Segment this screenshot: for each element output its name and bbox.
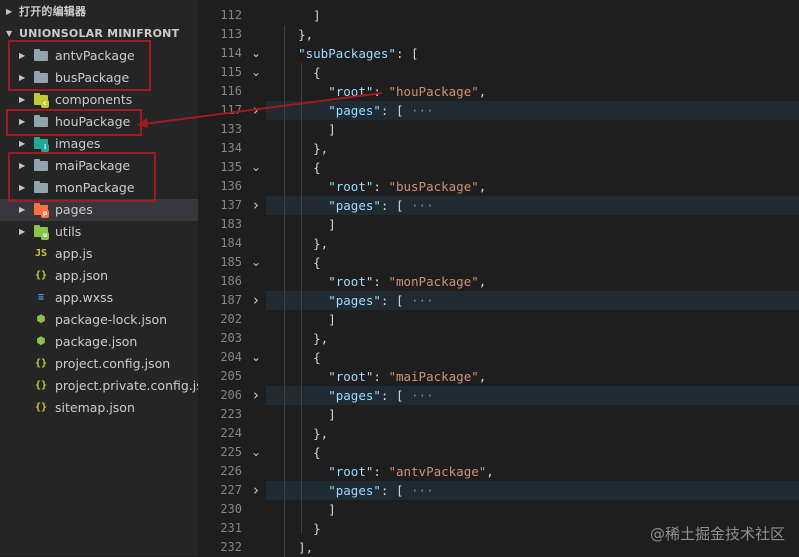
watermark: @稀土掘金技术社区 (649, 525, 785, 543)
annotation-arrow-layer (137, 92, 383, 128)
annotation-arrow-head (137, 118, 148, 128)
annotation-arrow-line (143, 92, 383, 125)
